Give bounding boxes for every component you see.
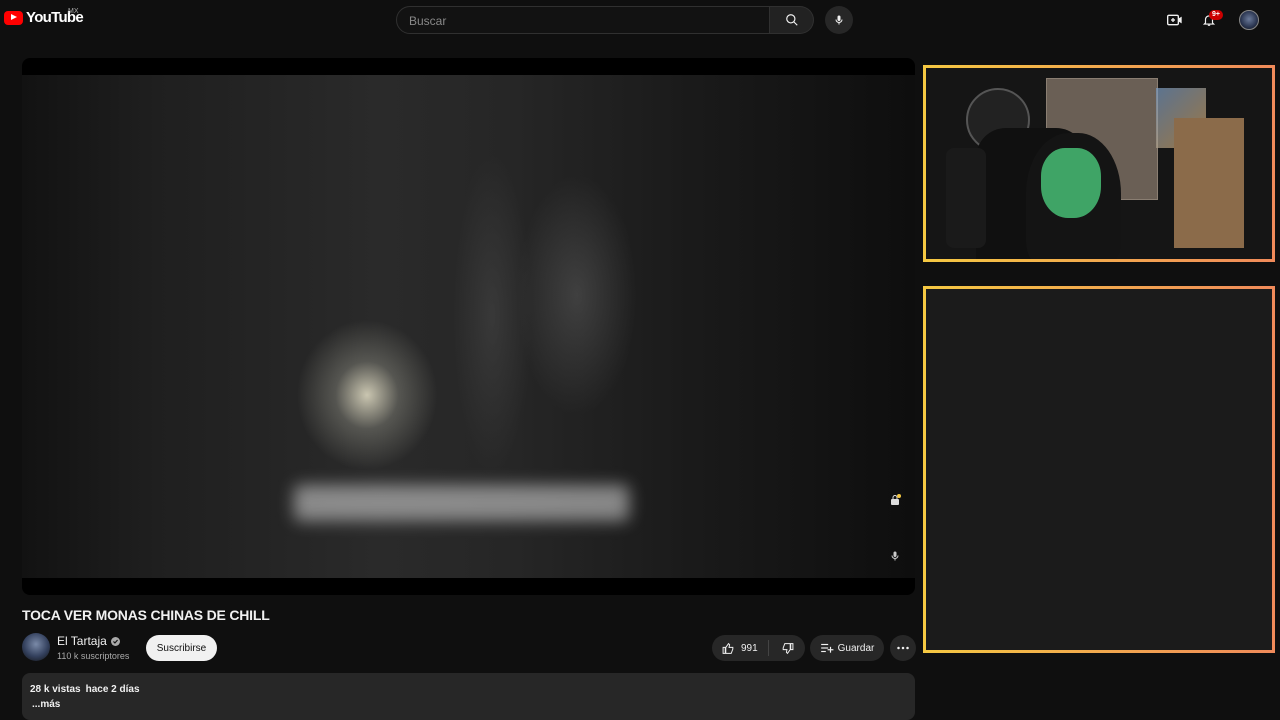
video-player[interactable] <box>22 58 915 595</box>
microphone-arm <box>946 148 986 248</box>
youtube-logo[interactable]: YouTube MX <box>4 8 84 26</box>
view-count: 28 k vistas <box>30 684 81 695</box>
like-dislike-group: 991 <box>712 635 805 661</box>
top-bar: YouTube MX 9+ <box>0 0 1280 40</box>
search-input[interactable] <box>407 13 751 29</box>
chat-overlay <box>923 286 1275 653</box>
youtube-play-icon <box>4 10 23 25</box>
video-frame[interactable] <box>22 75 915 578</box>
channel-name-row[interactable]: El Tartaja <box>57 634 120 648</box>
create-button[interactable] <box>1165 10 1185 30</box>
country-code: MX <box>68 8 79 15</box>
search-button[interactable] <box>770 6 814 34</box>
webcam-image <box>926 68 1272 259</box>
blurred-video-caption <box>294 485 629 521</box>
search-icon <box>785 14 798 26</box>
webcam-overlay <box>923 65 1275 262</box>
thumbs-up-icon <box>722 642 734 654</box>
voice-search-button[interactable] <box>825 6 853 34</box>
like-count: 991 <box>741 642 758 654</box>
video-title: TOCA VER MONAS CHINAS DE CHILL <box>22 607 270 623</box>
channel-name[interactable]: El Tartaja <box>57 634 107 648</box>
player-mic-icon[interactable] <box>887 548 903 564</box>
thumbs-down-icon <box>782 642 793 654</box>
lock-icon[interactable] <box>887 492 903 508</box>
microphone-icon <box>835 15 843 25</box>
subscriber-count: 110 k suscriptores <box>57 651 130 661</box>
streamer-face <box>1041 148 1101 218</box>
more-horizontal-icon <box>897 646 909 650</box>
like-button[interactable]: 991 <box>712 635 768 661</box>
dislike-button[interactable] <box>769 635 805 661</box>
notification-badge: 9+ <box>1209 10 1223 20</box>
show-more-link[interactable]: ...más <box>32 699 60 710</box>
save-button[interactable]: Guardar <box>810 635 884 661</box>
playlist-add-icon <box>820 643 834 653</box>
more-actions-button[interactable] <box>890 635 916 661</box>
create-video-icon <box>1167 14 1182 26</box>
account-avatar[interactable] <box>1239 10 1259 30</box>
subscribe-button[interactable]: Suscribirse <box>146 635 217 661</box>
verified-icon <box>110 636 120 646</box>
description-stats: 28 k vistas hace 2 días <box>30 684 145 695</box>
cat-tower <box>1174 118 1244 248</box>
save-label: Guardar <box>837 642 875 654</box>
upload-date: hace 2 días <box>85 684 140 695</box>
channel-avatar[interactable] <box>22 633 50 661</box>
description-box[interactable]: 28 k vistas hace 2 días ...más <box>22 673 915 720</box>
search-box <box>396 6 770 34</box>
